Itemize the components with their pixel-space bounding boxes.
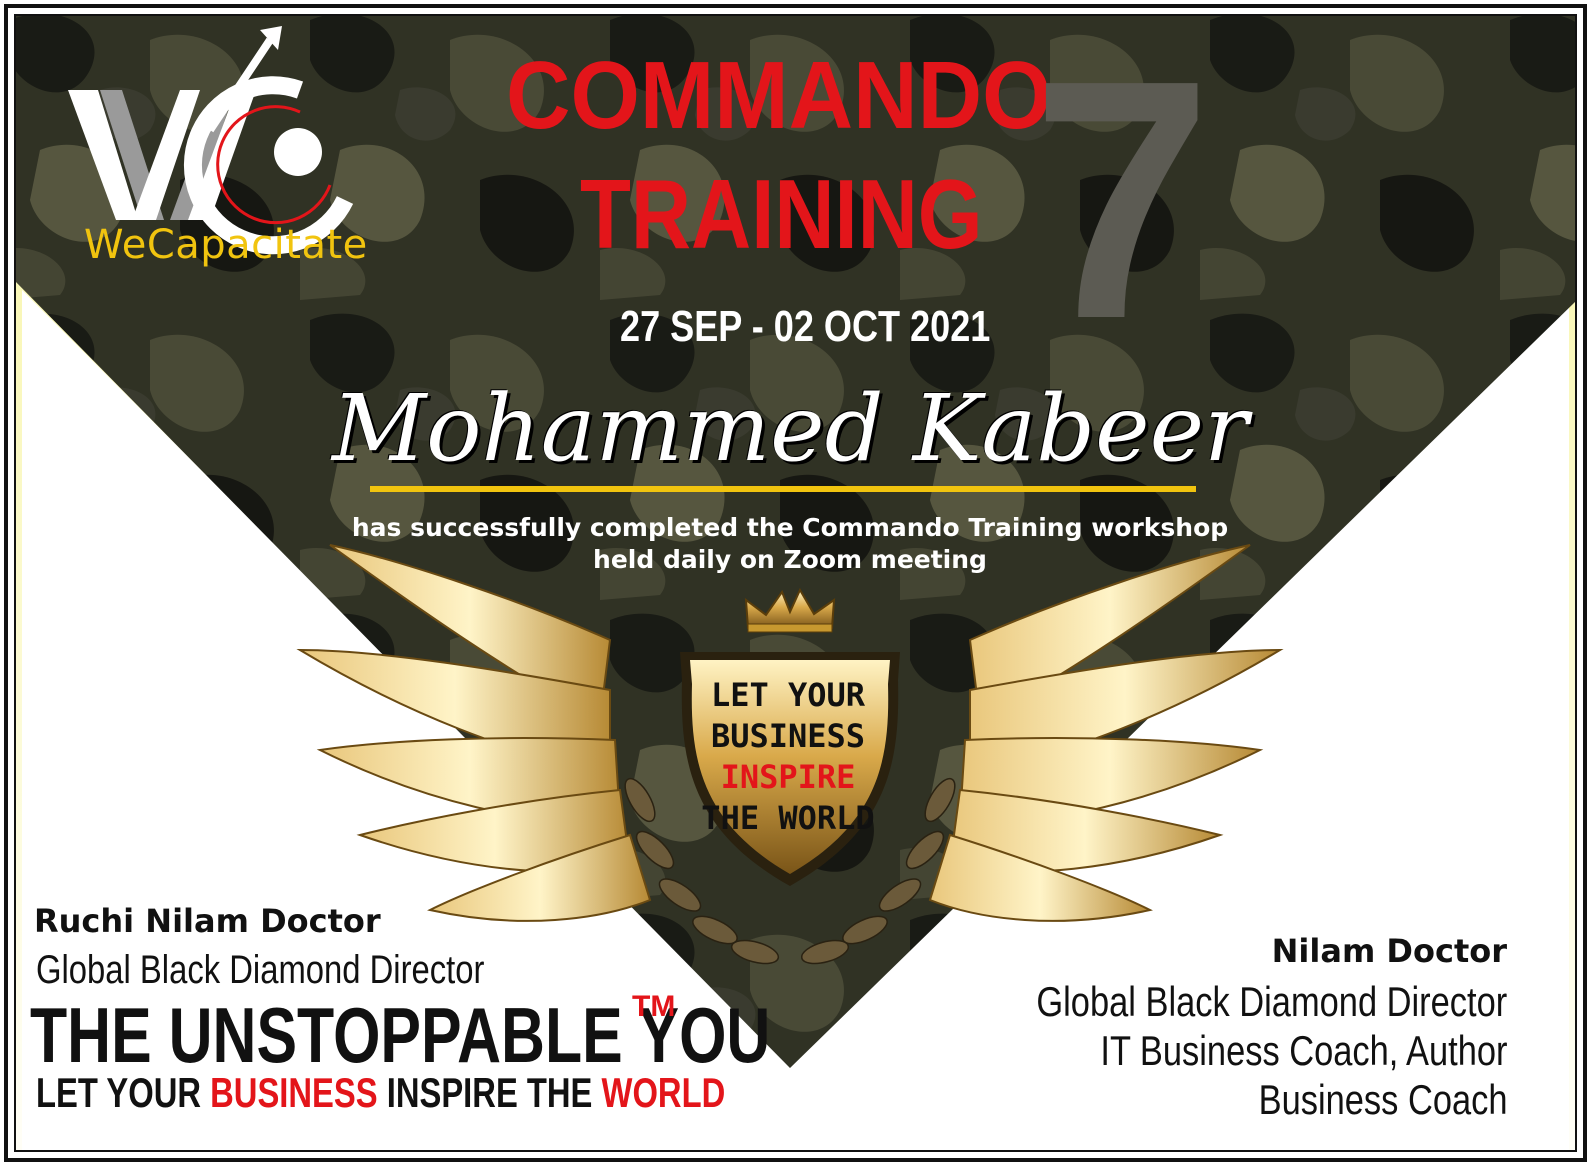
- right-signatory-name: Nilam Doctor: [1271, 932, 1507, 970]
- course-title-line2: TRAINING: [580, 159, 983, 269]
- course-title-line1: COMMANDO: [506, 42, 1052, 149]
- tagline-part3: INSPIRE THE: [377, 1069, 602, 1116]
- right-signatory-role1: Global Black Diamond Director: [1036, 978, 1507, 1025]
- badge-line1: LET YOUR: [710, 676, 866, 714]
- logo-wordmark: WeCapacitate: [84, 222, 368, 268]
- name-underline: [370, 486, 1196, 492]
- description-line2: held daily on Zoom meeting: [593, 545, 987, 574]
- tagline-part2: BUSINESS: [210, 1069, 378, 1116]
- completion-description: has successfully completed the Commando …: [300, 512, 1280, 576]
- tagline-part1: LET YOUR: [36, 1069, 211, 1116]
- description-line1: has successfully completed the Commando …: [351, 513, 1229, 542]
- badge-line3: INSPIRE: [720, 758, 856, 796]
- badge-line4: THE WORLD: [701, 799, 875, 837]
- badge-text: LET YOUR BUSINESS INSPIRE THE WORLD: [690, 675, 886, 839]
- brand-tagline: LET YOUR BUSINESS INSPIRE THE WORLD: [36, 1072, 725, 1114]
- right-signatory-role2: IT Business Coach, Author: [1099, 1027, 1507, 1074]
- course-number: 7: [1032, 10, 1212, 390]
- course-dates: 27 SEP - 02 OCT 2021: [620, 302, 991, 351]
- recipient-name: Mohammed Kabeer: [331, 375, 1249, 482]
- tagline-part4: WORLD: [601, 1069, 726, 1116]
- trademark-symbol: TM: [632, 990, 676, 1023]
- left-signatory-role: Global Black Diamond Director: [36, 948, 485, 992]
- badge-line2: BUSINESS: [710, 717, 866, 755]
- right-signatory-role3: Business Coach: [1258, 1076, 1507, 1123]
- left-signatory-name: Ruchi Nilam Doctor: [34, 902, 381, 940]
